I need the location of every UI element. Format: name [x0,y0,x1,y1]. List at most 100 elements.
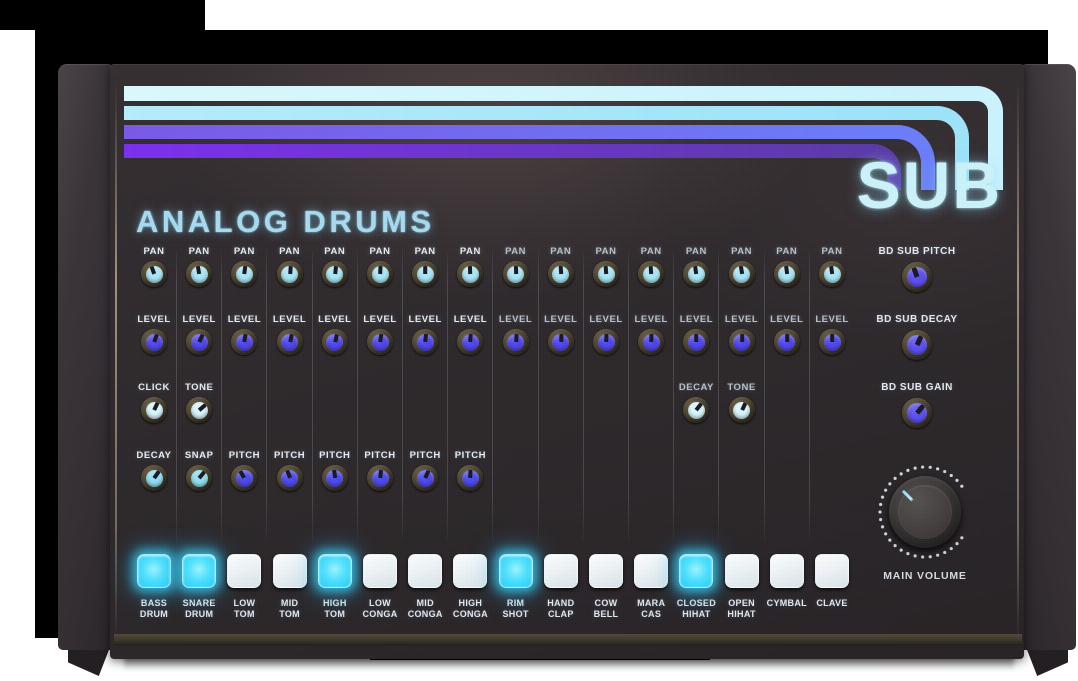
knob-rim-shot-pan[interactable] [502,261,529,287]
knob-bass-drum-pitch[interactable] [141,465,167,491]
knob-snare-drum-level[interactable] [186,329,213,355]
knob-indicator [828,265,835,275]
knob-maracas-pan[interactable] [638,261,665,287]
trigger-pad-snare-drum[interactable] [182,554,217,588]
trigger-pad-cymbal[interactable] [769,554,804,588]
pad-cell-maracas: MARA CAS [629,554,673,620]
pad-label-clave: CLAVE [816,598,848,608]
screenshot-canvas: SUB ANALOG DRUMS PAN LEVEL CLICK DECAY PAN LE… [0,0,1078,681]
knob-mid-tom-level[interactable] [276,329,303,355]
pad-label-bass-drum: BASS DRUM [139,598,169,619]
control-label: DECAY [136,450,172,461]
knob-cap [190,469,208,487]
knob-high-conga-level[interactable] [457,329,484,355]
control-high-tom-level: LEVEL [313,314,357,355]
knob-cap [190,333,208,351]
knob-mid-conga-pan[interactable] [412,261,439,287]
trigger-pad-high-conga[interactable] [453,554,488,588]
knob-closed-hihat-level[interactable] [683,329,710,355]
trigger-pad-maracas[interactable] [634,554,669,588]
knob-cow-bell-pan[interactable] [593,261,619,287]
knob-low-tom-pitch[interactable] [231,465,258,491]
knob-bd-sub-gain[interactable] [902,398,932,428]
knob-high-tom-pitch[interactable] [321,465,348,491]
knob-mid-tom-pan[interactable] [276,261,303,287]
knob-low-tom-pan[interactable] [231,261,258,287]
control-label: LEVEL [363,314,397,325]
knob-low-conga-pitch[interactable] [367,465,393,491]
pad-label-mid-conga: MID CONGA [407,598,443,619]
knob-open-hihat-pan[interactable] [728,261,755,287]
knob-mid-conga-pitch[interactable] [412,465,439,491]
trigger-pad-clave[interactable] [815,554,849,588]
knob-cymbal-pan[interactable] [773,261,800,287]
control-mid-conga-pitch: PITCH [403,450,447,491]
knob-clave-pan[interactable] [819,261,845,287]
knob-snare-drum-pitch[interactable] [186,465,213,491]
knob-bd-sub-pitch[interactable] [902,262,932,292]
channel-strip-mid-tom: PAN LEVEL PITCH [268,246,313,546]
knob-open-hihat-alt[interactable] [728,397,755,423]
main-volume-knob[interactable] [889,476,961,548]
trigger-pad-low-tom[interactable] [227,554,262,588]
knob-indicator [152,401,160,411]
knob-cymbal-level[interactable] [773,329,800,355]
knob-bd-sub-decay[interactable] [902,330,932,360]
knob-high-conga-pitch[interactable] [457,465,484,491]
trigger-pad-rim-shot[interactable] [498,554,533,588]
channel-strip-clave: PAN LEVEL [810,246,854,546]
knob-bass-drum-level[interactable] [141,329,167,355]
control-label: PITCH [454,450,487,461]
trigger-pad-closed-hihat[interactable] [679,554,714,588]
control-clave-level: LEVEL [810,314,854,355]
trigger-pad-cow-bell[interactable] [589,554,623,588]
trigger-pad-bass-drum[interactable] [137,554,171,588]
knob-snare-drum-pan[interactable] [186,261,213,287]
control-label: PITCH [364,450,396,461]
control-cow-bell-pan: PAN [584,246,628,287]
knob-bass-drum-pan[interactable] [141,261,167,287]
knob-high-conga-pan[interactable] [457,261,484,287]
knob-bass-drum-alt[interactable] [141,397,167,423]
knob-hand-clap-level[interactable] [547,329,574,355]
bd-row-bd-sub-pitch: BD SUB PITCH [852,246,982,292]
knob-clave-level[interactable] [819,329,845,355]
knob-snare-drum-alt[interactable] [186,397,213,423]
knob-cap [733,401,751,419]
trigger-pad-mid-tom[interactable] [272,554,307,588]
bd-row-bd-sub-decay: BD SUB DECAY [852,314,982,360]
knob-hand-clap-pan[interactable] [547,261,574,287]
pad-label-closed-hihat: CLOSED HIHAT [676,598,717,619]
trigger-pad-high-tom[interactable] [317,554,352,588]
knob-closed-hihat-alt[interactable] [683,397,710,423]
knob-high-tom-pan[interactable] [321,261,348,287]
trigger-pad-hand-clap[interactable] [543,554,578,588]
control-high-tom-pitch: PITCH [313,450,357,491]
knob-closed-hihat-pan[interactable] [683,261,710,287]
control-label: PITCH [228,450,261,461]
control-mid-tom-pitch: PITCH [268,450,312,491]
pad-label-cow-bell: COW BELL [593,598,619,619]
knob-mid-tom-pitch[interactable] [276,465,303,491]
side-highlight-left [115,80,117,640]
knob-low-tom-level[interactable] [231,329,258,355]
knob-maracas-level[interactable] [638,329,665,355]
knob-indicator [242,265,248,275]
channel-strip-high-tom: PAN LEVEL PITCH [313,246,358,546]
knob-rim-shot-level[interactable] [502,329,529,355]
knob-mid-conga-level[interactable] [412,329,439,355]
trigger-pad-open-hihat[interactable] [724,554,759,588]
bd-sub-module: BD SUB PITCH BD SUB DECAY BD SUB GAIN [852,246,982,446]
pad-label-low-tom: LOW TOM [233,598,256,619]
knob-high-tom-level[interactable] [321,329,348,355]
trigger-pad-mid-conga[interactable] [408,554,443,588]
trigger-pad-low-conga[interactable] [363,554,397,588]
knob-open-hihat-level[interactable] [728,329,755,355]
control-label: PITCH [319,450,351,461]
knob-low-conga-level[interactable] [367,329,393,355]
knob-low-conga-pan[interactable] [367,261,393,287]
knob-cap [461,265,479,283]
knob-cap [145,469,163,487]
knob-cow-bell-level[interactable] [593,329,619,355]
main-volume-control[interactable]: MAIN VOLUME [870,462,980,612]
